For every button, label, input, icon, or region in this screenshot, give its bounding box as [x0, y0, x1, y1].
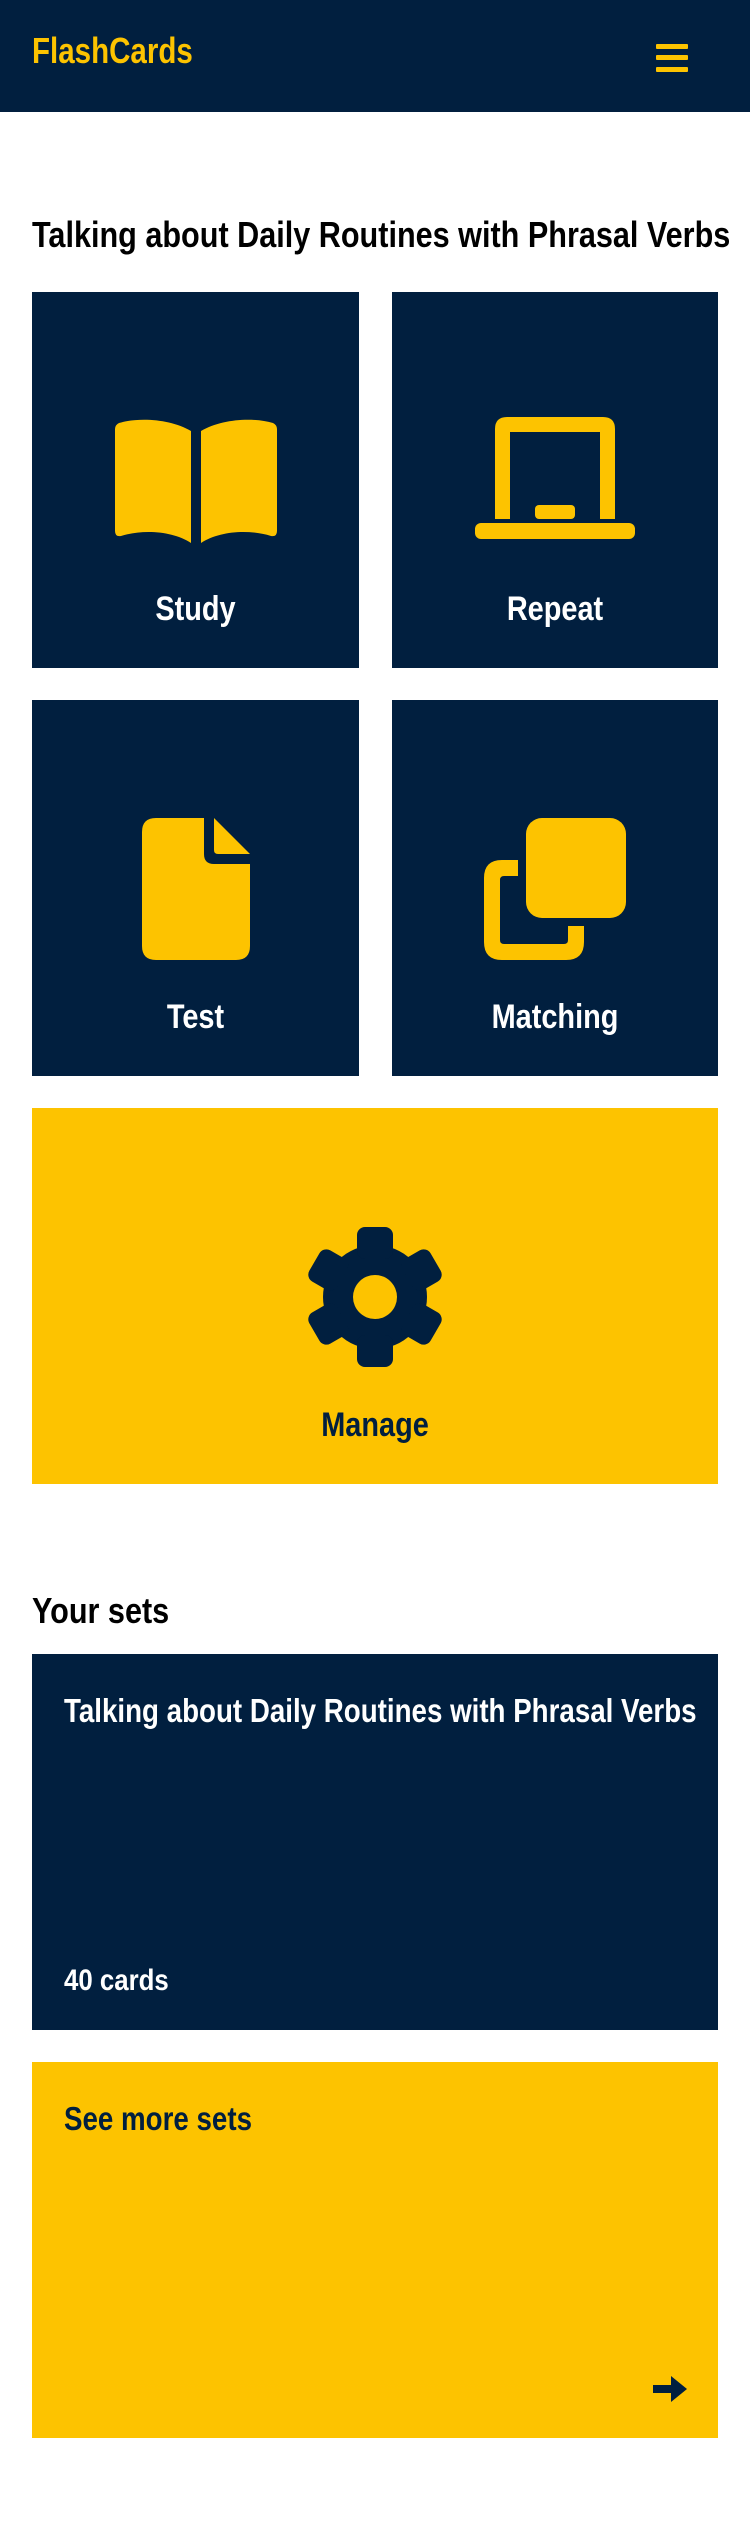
document-icon [141, 818, 250, 960]
test-label: Test [166, 998, 225, 1036]
see-more-sets-label: See more sets [64, 2100, 253, 2137]
study-label: Study [155, 590, 236, 628]
laptop-icon [475, 417, 635, 539]
hamburger-menu-icon[interactable] [656, 44, 688, 72]
your-sets-heading: Your sets [32, 1590, 170, 1631]
set-title: Talking about Daily Routines with Phrasa… [64, 1692, 697, 1729]
see-more-sets-card[interactable]: See more sets [32, 2062, 718, 2438]
arrow-right-icon[interactable] [653, 2376, 687, 2402]
matching-label: Matching [491, 998, 619, 1036]
top-bar: FlashCards [0, 0, 750, 112]
set-card[interactable]: Talking about Daily Routines with Phrasa… [32, 1654, 718, 2030]
clone-icon [484, 818, 626, 960]
brand-logo[interactable]: FlashCards [32, 30, 193, 72]
gear-icon [308, 1227, 442, 1367]
repeat-tile[interactable]: Repeat [392, 292, 718, 668]
set-card-count: 40 cards [64, 1964, 169, 1997]
manage-label: Manage [321, 1406, 429, 1444]
study-tile[interactable]: Study [32, 292, 359, 668]
open-book-icon [114, 419, 277, 543]
test-tile[interactable]: Test [32, 700, 359, 1076]
deck-title: Talking about Daily Routines with Phrasa… [32, 214, 731, 255]
repeat-label: Repeat [506, 590, 604, 628]
manage-tile[interactable]: Manage [32, 1108, 718, 1484]
matching-tile[interactable]: Matching [392, 700, 718, 1076]
